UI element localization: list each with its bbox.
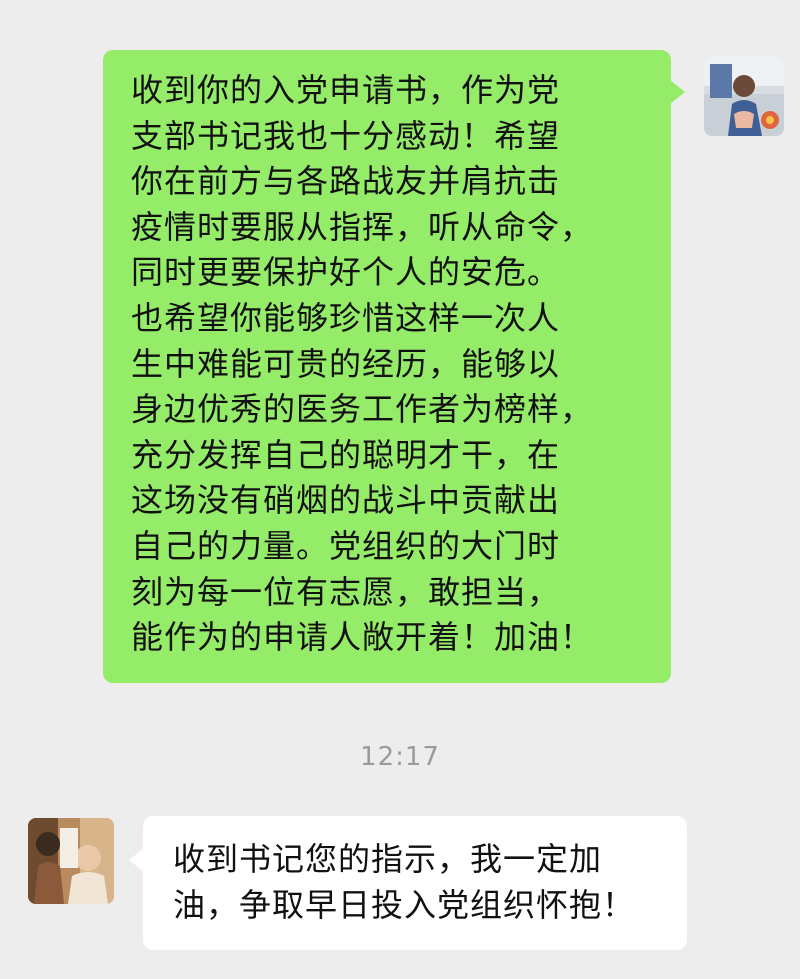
outgoing-message-bubble[interactable]: 收到你的入党申请书，作为党 支部书记我也十分感动！希望 你在前方与各路战友并肩抗… xyxy=(103,50,685,683)
message-timestamp: 12:17 xyxy=(360,742,440,772)
contact-avatar[interactable] xyxy=(28,818,114,904)
my-avatar[interactable] xyxy=(704,56,784,136)
avatar-photo-icon xyxy=(704,56,784,136)
incoming-message-bubble[interactable]: 收到书记您的指示，我一定加 油，争取早日投入党组织怀抱！ xyxy=(129,816,687,950)
chat-area[interactable]: 收到你的入党申请书，作为党 支部书记我也十分感动！希望 你在前方与各路战友并肩抗… xyxy=(0,0,800,979)
avatar-photo-icon xyxy=(28,818,114,904)
